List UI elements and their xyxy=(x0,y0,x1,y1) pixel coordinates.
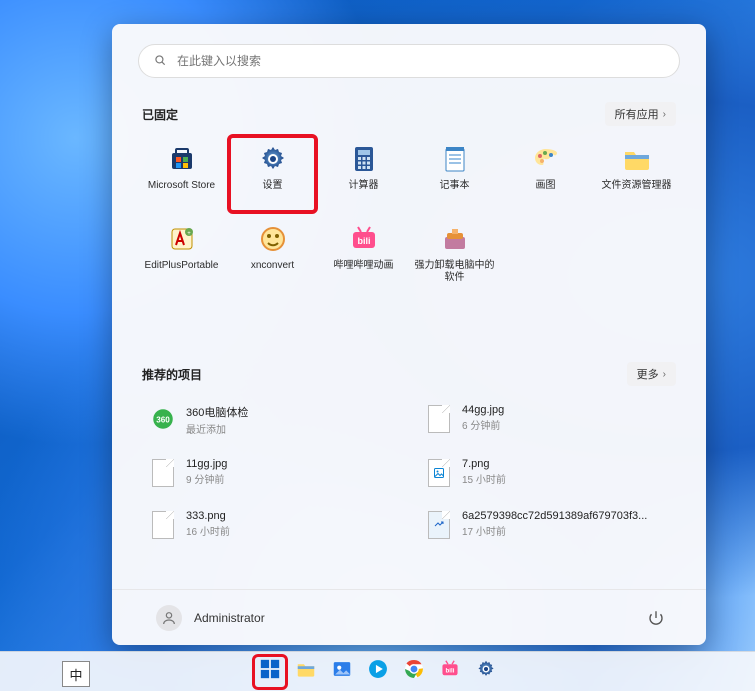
recommended-item[interactable]: 333.png 16 小时前 xyxy=(148,508,394,542)
pinned-app-label: Microsoft Store xyxy=(146,180,217,192)
pinned-app-uninstall[interactable]: 强力卸载电脑中的软件 xyxy=(411,216,498,292)
recommended-item[interactable]: 11gg.jpg 9 分钟前 xyxy=(148,456,394,490)
notepad-icon xyxy=(438,142,472,176)
photos-icon xyxy=(331,658,353,685)
pinned-app-explorer[interactable]: 文件资源管理器 xyxy=(593,136,680,212)
recommended-subtitle: 最近添加 xyxy=(186,421,248,436)
chrome-icon xyxy=(403,658,425,685)
pinned-app-settings[interactable]: 设置 xyxy=(229,136,316,212)
taskbar-center: bili xyxy=(254,656,502,688)
pinned-app-notepad[interactable]: 记事本 xyxy=(411,136,498,212)
file-icon xyxy=(150,458,176,488)
recommended-subtitle: 17 小时前 xyxy=(462,523,647,538)
pinned-app-label: 画图 xyxy=(534,180,558,192)
avatar-icon xyxy=(156,605,182,631)
pinned-app-label: EditPlusPortable xyxy=(143,260,221,272)
recommended-item[interactable]: 360 360电脑体检 最近添加 xyxy=(148,402,394,438)
recommended-grid: 360 360电脑体检 最近添加 44gg.jpg 6 分钟前 11gg.jpg… xyxy=(138,402,680,542)
taskbar: 中 bili xyxy=(0,651,755,691)
recommended-title: 360电脑体检 xyxy=(186,404,248,420)
file-icon xyxy=(150,510,176,540)
pinned-app-label: 文件资源管理器 xyxy=(600,180,674,192)
start-menu-footer: Administrator xyxy=(112,589,706,645)
pinned-grid: Microsoft Store 设置 计算器 记事本 画图 文件资源管理器 + … xyxy=(138,136,680,292)
store-icon xyxy=(165,142,199,176)
taskbar-chrome[interactable] xyxy=(398,656,430,688)
pinned-app-paint[interactable]: 画图 xyxy=(502,136,589,212)
pinned-app-calculator[interactable]: 计算器 xyxy=(320,136,407,212)
pinned-header: 已固定 所有应用 › xyxy=(138,102,680,126)
user-button[interactable]: Administrator xyxy=(148,599,273,637)
recommended-subtitle: 9 分钟前 xyxy=(186,471,227,486)
taskbar-ql[interactable] xyxy=(362,656,394,688)
chevron-right-icon: › xyxy=(663,369,666,380)
ime-indicator[interactable]: 中 xyxy=(62,661,90,687)
360-icon: 360 xyxy=(150,404,176,434)
all-apps-button[interactable]: 所有应用 › xyxy=(605,102,676,126)
explorer-icon xyxy=(295,658,317,685)
pinned-title: 已固定 xyxy=(142,106,178,123)
more-label: 更多 xyxy=(637,366,659,382)
recommended-header: 推荐的项目 更多 › xyxy=(138,362,680,386)
taskbar-settings[interactable] xyxy=(470,656,502,688)
pinned-app-label: 强力卸载电脑中的软件 xyxy=(411,260,498,284)
bilibili-icon: bili xyxy=(347,222,381,256)
search-box[interactable] xyxy=(138,44,680,78)
pinned-app-editplus[interactable]: + EditPlusPortable xyxy=(138,216,225,292)
ql-icon xyxy=(367,658,389,685)
png-icon xyxy=(426,458,452,488)
power-icon xyxy=(647,609,665,627)
recommended-subtitle: 16 小时前 xyxy=(186,523,230,538)
recommended-title: 333.png xyxy=(186,510,230,522)
pinned-app-label: xnconvert xyxy=(249,260,296,272)
search-input[interactable] xyxy=(177,54,665,68)
start-menu: 已固定 所有应用 › Microsoft Store 设置 计算器 记事本 画图… xyxy=(112,24,706,645)
taskbar-bilibili[interactable]: bili xyxy=(434,656,466,688)
pinned-app-xnconvert[interactable]: xnconvert xyxy=(229,216,316,292)
user-name: Administrator xyxy=(194,611,265,625)
calculator-icon xyxy=(347,142,381,176)
recommended-title: 11gg.jpg xyxy=(186,458,227,470)
pinned-app-label: 哔哩哔哩动画 xyxy=(332,260,396,272)
file-icon xyxy=(426,404,452,434)
desktop: 已固定 所有应用 › Microsoft Store 设置 计算器 记事本 画图… xyxy=(0,0,755,691)
pinned-app-bilibili[interactable]: bili 哔哩哔哩动画 xyxy=(320,216,407,292)
power-button[interactable] xyxy=(642,604,670,632)
pinned-app-label: 记事本 xyxy=(438,180,472,192)
paint-icon xyxy=(529,142,563,176)
pinned-app-label: 计算器 xyxy=(347,180,381,192)
svg-text:bili: bili xyxy=(445,667,454,674)
xnconvert-icon xyxy=(256,222,290,256)
uninstall-icon xyxy=(438,222,472,256)
bilibili-icon: bili xyxy=(439,658,461,685)
taskbar-explorer[interactable] xyxy=(290,656,322,688)
svg-text:bili: bili xyxy=(357,236,370,246)
settings-icon xyxy=(256,142,290,176)
editplus-icon: + xyxy=(165,222,199,256)
recommended-item[interactable]: 44gg.jpg 6 分钟前 xyxy=(424,402,670,438)
recommended-title: 6a2579398cc72d591389af679703f3... xyxy=(462,510,647,522)
search-icon xyxy=(153,53,167,70)
svg-text:360: 360 xyxy=(156,415,170,424)
taskbar-start[interactable] xyxy=(254,656,286,688)
svg-text:+: + xyxy=(187,231,191,237)
recommended-title: 推荐的项目 xyxy=(142,366,202,383)
recommended-subtitle: 6 分钟前 xyxy=(462,417,504,432)
taskbar-photos[interactable] xyxy=(326,656,358,688)
settings-icon xyxy=(475,658,497,685)
chevron-right-icon: › xyxy=(663,109,666,120)
recommended-subtitle: 15 小时前 xyxy=(462,471,506,486)
png2-icon xyxy=(426,510,452,540)
recommended-title: 44gg.jpg xyxy=(462,404,504,416)
recommended-item[interactable]: 7.png 15 小时前 xyxy=(424,456,670,490)
more-button[interactable]: 更多 › xyxy=(627,362,676,386)
recommended-item[interactable]: 6a2579398cc72d591389af679703f3... 17 小时前 xyxy=(424,508,670,542)
pinned-app-store[interactable]: Microsoft Store xyxy=(138,136,225,212)
all-apps-label: 所有应用 xyxy=(615,106,659,122)
win-icon xyxy=(259,658,281,685)
pinned-app-label: 设置 xyxy=(261,180,285,192)
explorer-icon xyxy=(620,142,654,176)
recommended-title: 7.png xyxy=(462,458,506,470)
